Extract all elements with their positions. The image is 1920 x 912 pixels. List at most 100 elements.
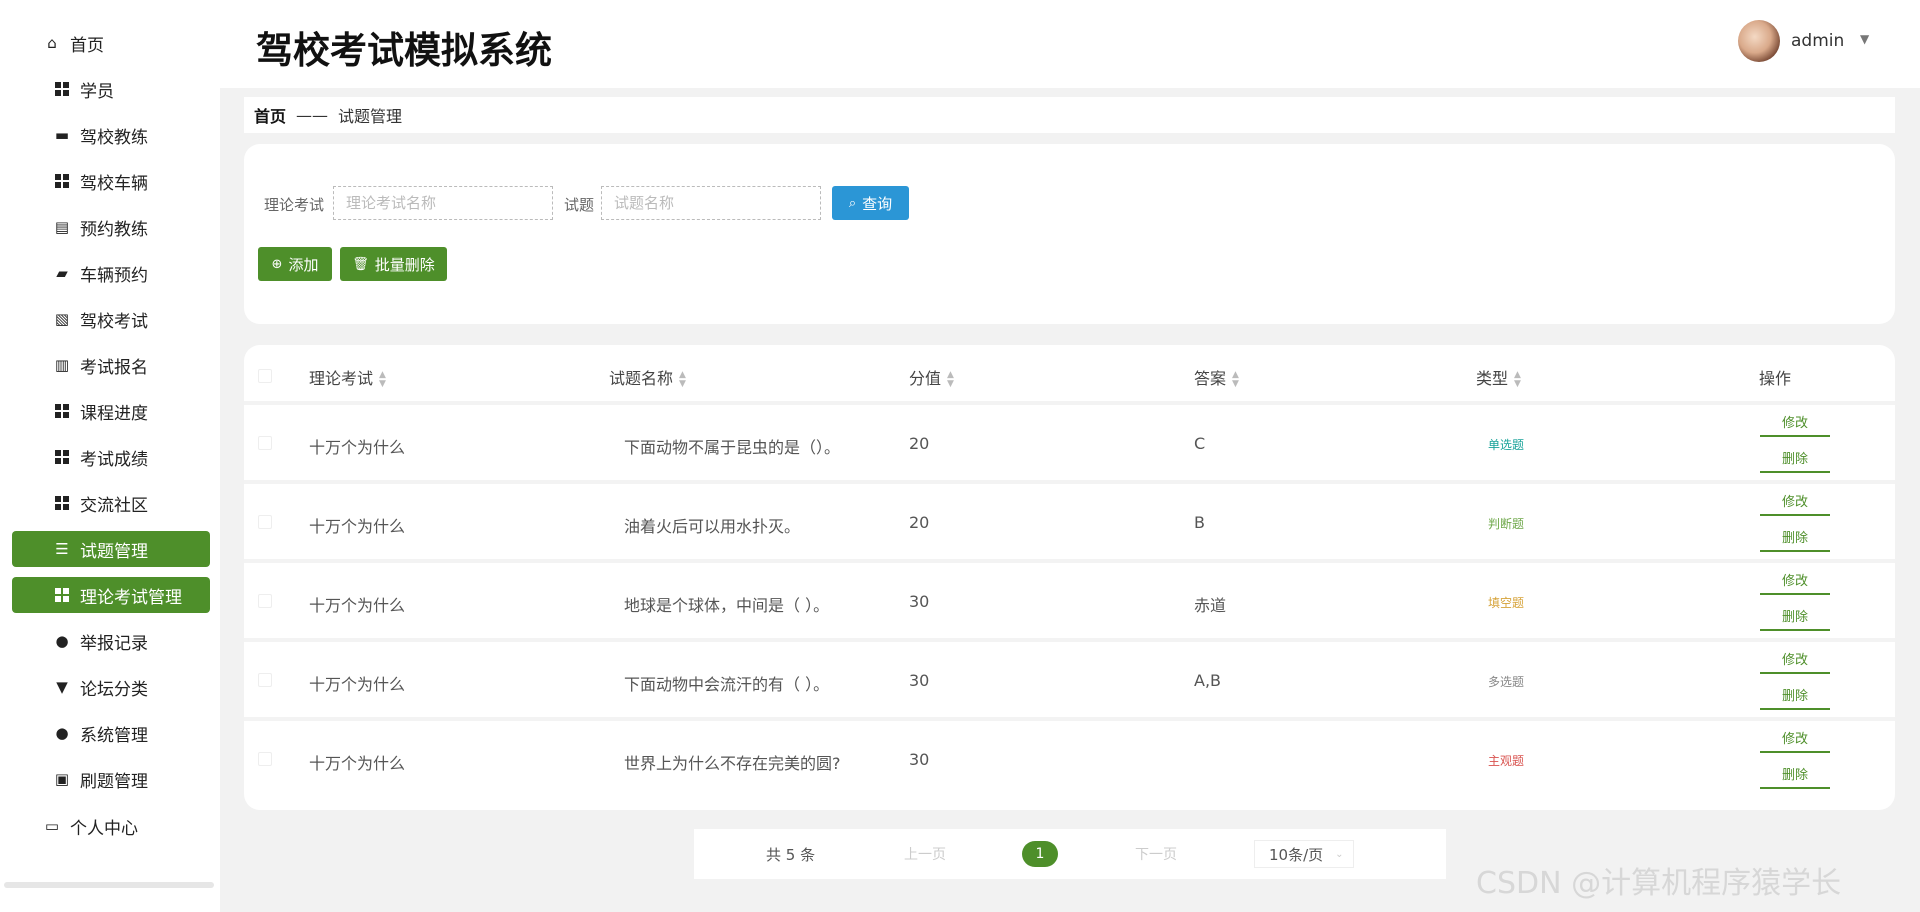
- sidebar-item-label: 驾校车辆: [80, 173, 148, 194]
- sidebar-item-label: 预约教练: [80, 219, 148, 240]
- sidebar-item-label: 考试报名: [80, 357, 148, 378]
- query-button[interactable]: ⌕ 查询: [832, 186, 909, 220]
- exam-cell: 十万个为什么: [309, 596, 406, 615]
- sidebar-item-label: 论坛分类: [80, 679, 148, 700]
- question-cell: 油着火后可以用水扑灭。: [624, 517, 801, 536]
- sidebar-item[interactable]: 课程进度: [12, 393, 210, 429]
- answer-cell: B: [1194, 513, 1205, 532]
- breadcrumb-home[interactable]: 首页: [254, 103, 286, 127]
- column-header-question[interactable]: 试题名称 ▲ ▼: [609, 365, 686, 389]
- sidebar-item-label: 个人中心: [70, 818, 138, 839]
- edit-button[interactable]: 修改: [1760, 723, 1830, 753]
- score-cell: 30: [909, 750, 930, 769]
- sidebar-item[interactable]: ▥ 考试报名: [12, 347, 210, 383]
- row-checkbox[interactable]: [258, 594, 272, 608]
- caret-down-icon[interactable]: ▼: [1860, 32, 1869, 46]
- exam-cell: 十万个为什么: [309, 438, 406, 457]
- page-size-select[interactable]: 10条/页 ⌄: [1254, 840, 1354, 868]
- search-icon: ⌕: [848, 195, 857, 211]
- prev-page-button[interactable]: 上一页: [904, 844, 946, 864]
- page-1-button[interactable]: 1: [1022, 841, 1058, 867]
- score-cell: 20: [909, 434, 930, 453]
- sort-icon: ▲ ▼: [679, 369, 686, 389]
- avatar[interactable]: [1738, 20, 1780, 62]
- wallet-icon: ▰: [56, 264, 68, 282]
- batch-delete-button[interactable]: 🗑 批量删除: [340, 247, 447, 281]
- score-cell: 20: [909, 513, 930, 532]
- top-header: 驾校考试模拟系统 admin ▼: [220, 0, 1920, 88]
- add-button[interactable]: ⊕ 添加: [258, 247, 332, 281]
- sidebar-item[interactable]: 考试成绩: [12, 439, 210, 475]
- table-row: 十万个为什么 地球是个球体，中间是（ ）。 30 赤道 填空题 修改 删除: [244, 559, 1895, 634]
- sidebar-item-label: 交流社区: [80, 495, 148, 516]
- delete-button[interactable]: 删除: [1760, 601, 1830, 631]
- sidebar-item[interactable]: ▼ 论坛分类: [12, 669, 210, 705]
- column-header-type[interactable]: 类型 ▲ ▼: [1476, 365, 1521, 389]
- row-checkbox[interactable]: [258, 436, 272, 450]
- sidebar-item[interactable]: ▣ 刷题管理: [12, 761, 210, 797]
- question-filter-input[interactable]: [601, 186, 821, 220]
- delete-button[interactable]: 删除: [1760, 680, 1830, 710]
- sidebar-item-label: 试题管理: [80, 541, 148, 562]
- user-name[interactable]: admin: [1791, 31, 1844, 51]
- table-row: 十万个为什么 世界上为什么不存在完美的圆? 30 主观题 修改 删除: [244, 717, 1895, 792]
- pagination: 共 5 条 上一页 1 下一页 10条/页 ⌄: [694, 829, 1446, 879]
- sort-icon: ▲ ▼: [1232, 369, 1239, 389]
- sidebar-item[interactable]: 驾校车辆: [12, 163, 210, 199]
- question-filter-label: 试题: [564, 196, 595, 214]
- exam-cell: 十万个为什么: [309, 517, 406, 536]
- search-panel: 理论考试 试题 ⌕ 查询 ⊕ 添加 🗑 批量删除: [244, 144, 1895, 324]
- sidebar-item[interactable]: ▬ 驾校教练: [12, 117, 210, 153]
- sidebar-item-label: 车辆预约: [80, 265, 148, 286]
- exam-cell: 十万个为什么: [309, 754, 406, 773]
- pin-icon: ▼: [56, 678, 68, 696]
- next-page-button[interactable]: 下一页: [1135, 844, 1177, 864]
- sidebar-item-profile[interactable]: ▭ 个人中心: [12, 808, 210, 844]
- breadcrumb-separator: ——: [296, 105, 329, 125]
- question-table: 理论考试 ▲ ▼ 试题名称 ▲ ▼ 分值 ▲ ▼ 答案 ▲ ▼ 类型 ▲ ▼ 操作 十万个为什么 下面…: [244, 345, 1895, 810]
- sidebar-item[interactable]: ● 举报记录: [12, 623, 210, 659]
- edit-button[interactable]: 修改: [1760, 644, 1830, 674]
- row-checkbox[interactable]: [258, 752, 272, 766]
- sidebar-item[interactable]: ● 系统管理: [12, 715, 210, 751]
- exam-filter-input[interactable]: [333, 186, 553, 220]
- grid-icon: [54, 403, 70, 419]
- sidebar-item[interactable]: 学员: [12, 71, 210, 107]
- sidebar-item-home[interactable]: ⌂ 首页: [12, 25, 210, 61]
- sidebar-item[interactable]: 交流社区: [12, 485, 210, 521]
- pagination-total: 共 5 条: [766, 846, 816, 864]
- edit-button[interactable]: 修改: [1760, 486, 1830, 516]
- edit-button[interactable]: 修改: [1760, 565, 1830, 595]
- trash-icon: 🗑: [352, 256, 369, 272]
- delete-button[interactable]: 删除: [1760, 759, 1830, 789]
- row-checkbox[interactable]: [258, 673, 272, 687]
- sidebar-item[interactable]: ▰ 车辆预约: [12, 255, 210, 291]
- edit-button[interactable]: 修改: [1760, 407, 1830, 437]
- sidebar-item-label: 首页: [70, 35, 104, 56]
- select-all-checkbox[interactable]: [258, 369, 272, 383]
- column-header-score[interactable]: 分值 ▲ ▼: [909, 365, 954, 389]
- sidebar-item[interactable]: 理论考试管理: [12, 577, 210, 613]
- sidebar-scrollbar[interactable]: [4, 882, 214, 888]
- answer-cell: A,B: [1194, 671, 1222, 690]
- type-tag: 单选题: [1488, 438, 1525, 452]
- row-checkbox[interactable]: [258, 515, 272, 529]
- home-icon: ⌂: [47, 34, 57, 52]
- sidebar-item[interactable]: ▤ 预约教练: [12, 209, 210, 245]
- delete-button[interactable]: 删除: [1760, 443, 1830, 473]
- grid-icon: [54, 495, 70, 511]
- sidebar-item[interactable]: ▧ 驾校考试: [12, 301, 210, 337]
- page-size-value: 10条/页: [1269, 845, 1324, 864]
- answer-cell: C: [1194, 434, 1206, 453]
- question-cell: 下面动物中会流汗的有（ ）。: [624, 675, 830, 694]
- sidebar-item[interactable]: ☰ 试题管理: [12, 531, 210, 567]
- table-row: 十万个为什么 油着火后可以用水扑灭。 20 B 判断题 修改 删除: [244, 480, 1895, 555]
- table-row: 十万个为什么 下面动物中会流汗的有（ ）。 30 A,B 多选题 修改 删除: [244, 638, 1895, 713]
- delete-button[interactable]: 删除: [1760, 522, 1830, 552]
- column-header-answer[interactable]: 答案 ▲ ▼: [1194, 365, 1239, 389]
- column-header-actions: 操作: [1759, 369, 1792, 388]
- column-header-label: 类型: [1476, 369, 1509, 388]
- grid-icon: [54, 173, 70, 189]
- type-tag: 多选题: [1488, 675, 1525, 689]
- column-header-exam[interactable]: 理论考试 ▲ ▼: [309, 365, 386, 389]
